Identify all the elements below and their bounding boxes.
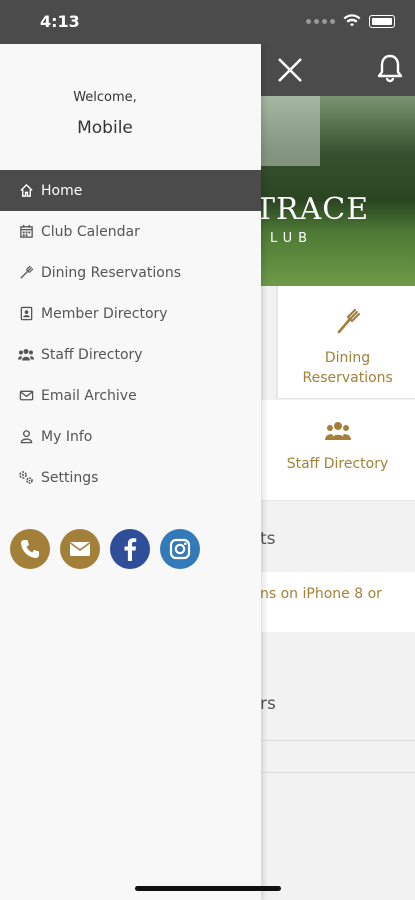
menu-item-my-info[interactable]: My Info	[0, 416, 261, 457]
close-icon[interactable]	[274, 54, 306, 86]
hero-logo-subtext: LUB	[270, 231, 314, 246]
section-title: rs	[260, 632, 415, 740]
menu-item-label: Email Archive	[41, 387, 137, 404]
home-icon	[18, 183, 34, 199]
menu-item-label: Home	[41, 182, 83, 199]
menu-item-staff-directory[interactable]: Staff Directory	[0, 334, 261, 375]
status-bar: 4:13	[0, 0, 415, 44]
hero-logo-text: TRACE	[255, 192, 370, 227]
contact-card-icon	[18, 306, 34, 322]
group-icon	[18, 347, 34, 363]
tile-dining-label: Dining Reservations	[302, 350, 393, 386]
menu-item-label: Dining Reservations	[41, 264, 181, 281]
menu-item-home[interactable]: Home	[0, 170, 261, 211]
member-name: Mobile	[77, 118, 133, 138]
menu-item-settings[interactable]: Settings	[0, 457, 261, 498]
menu-item-member-directory[interactable]: Member Directory	[0, 293, 261, 334]
facebook-icon	[124, 538, 137, 561]
drawer-menu: Home Club Calendar Dining Reservations M…	[0, 170, 261, 498]
tile-staff-label: Staff Directory	[286, 456, 389, 472]
status-icons	[306, 14, 395, 28]
status-time: 4:13	[40, 12, 80, 31]
menu-item-dining-reservations[interactable]: Dining Reservations	[0, 252, 261, 293]
divider	[260, 772, 415, 773]
facebook-button[interactable]	[110, 529, 150, 569]
phone-button[interactable]	[10, 529, 50, 569]
calendar-icon	[18, 224, 34, 240]
home-indicator[interactable]	[135, 886, 281, 891]
fork-icon	[18, 265, 34, 281]
menu-item-label: Staff Directory	[41, 346, 143, 363]
wifi-icon	[343, 14, 361, 27]
menu-item-email-archive[interactable]: Email Archive	[0, 375, 261, 416]
mail-icon	[70, 542, 90, 556]
cellular-signal-icon	[306, 18, 335, 24]
gears-icon	[18, 470, 34, 486]
section-title: ts	[260, 506, 415, 572]
group-icon	[324, 422, 351, 440]
menu-item-club-calendar[interactable]: Club Calendar	[0, 211, 261, 252]
fork-icon	[337, 308, 360, 334]
instagram-button[interactable]	[160, 529, 200, 569]
instagram-icon	[169, 538, 191, 560]
envelope-icon	[18, 388, 34, 404]
tile-staff-directory[interactable]: Staff Directory	[260, 400, 415, 501]
battery-icon	[369, 14, 395, 28]
social-links	[10, 529, 200, 569]
menu-item-label: My Info	[41, 428, 93, 445]
side-drawer: Welcome, Mobile Home Club Calendar Dinin…	[0, 44, 261, 900]
menu-item-label: Member Directory	[41, 305, 168, 322]
user-icon	[18, 429, 34, 445]
divider	[260, 740, 415, 741]
bell-icon[interactable]	[376, 52, 404, 84]
welcome-text: Welcome,	[73, 90, 137, 105]
menu-item-label: Settings	[41, 469, 99, 486]
tile-dining-reservations[interactable]: Dining Reservations	[276, 286, 415, 399]
email-button[interactable]	[60, 529, 100, 569]
menu-item-label: Club Calendar	[41, 223, 140, 240]
phone-icon	[21, 540, 39, 558]
section-list-item[interactable]: ns on iPhone 8 or	[260, 572, 415, 632]
